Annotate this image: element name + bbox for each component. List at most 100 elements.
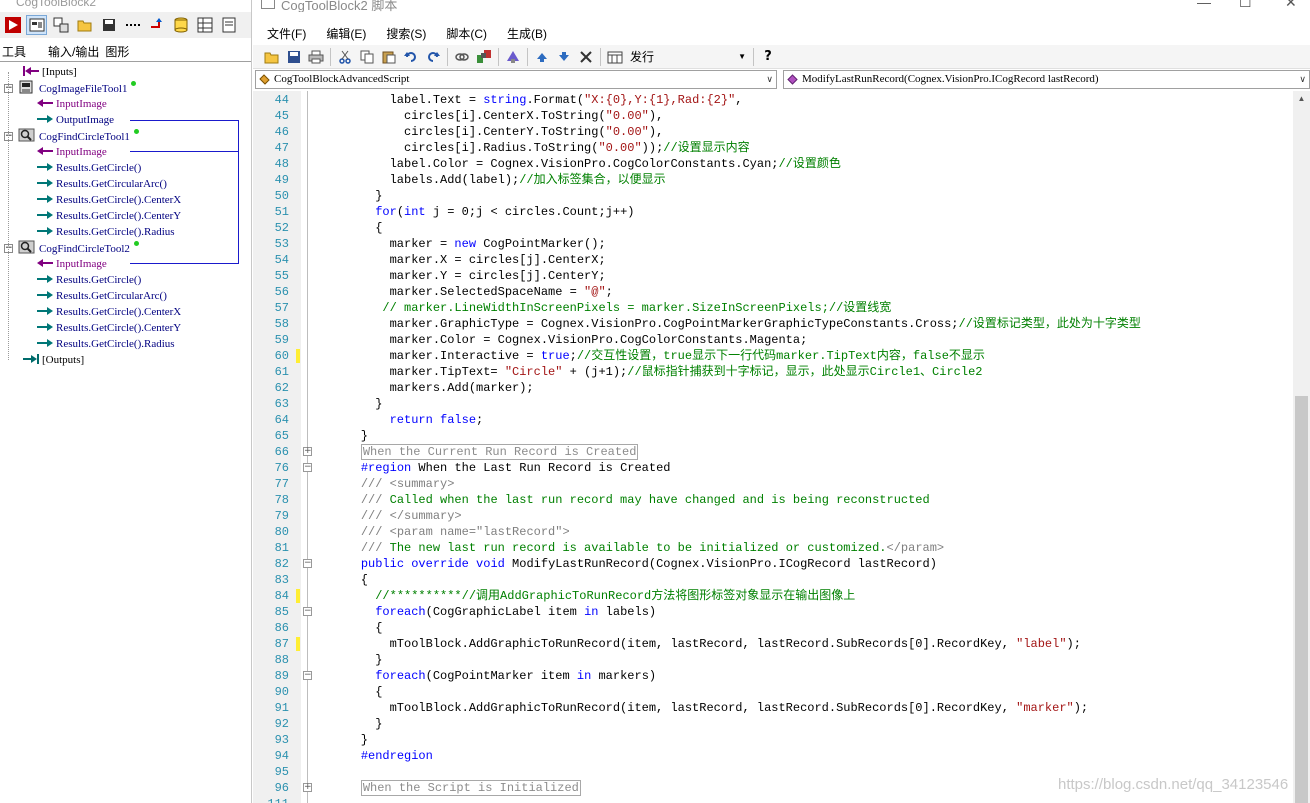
tree-input-terminal[interactable]: InputImage bbox=[22, 256, 107, 272]
code-line[interactable]: } bbox=[332, 716, 382, 732]
tree-output-terminal[interactable]: Results.GetCircle() bbox=[22, 160, 141, 176]
undo-icon[interactable] bbox=[400, 47, 422, 67]
save-icon[interactable] bbox=[98, 15, 119, 35]
code-line[interactable]: /// </summary> bbox=[332, 508, 462, 524]
code-line[interactable]: /// <param name="lastRecord"> bbox=[332, 524, 570, 540]
code-line[interactable]: { bbox=[332, 220, 382, 236]
collapse-region-icon[interactable]: − bbox=[303, 559, 312, 568]
code-line[interactable]: /// The new last run record is available… bbox=[332, 540, 944, 556]
print-icon[interactable] bbox=[305, 47, 327, 67]
menu-search[interactable]: 搜索(S) bbox=[376, 25, 436, 42]
collapsed-region[interactable]: When the Script is Initialized bbox=[360, 780, 581, 796]
expand-region-icon[interactable]: + bbox=[303, 783, 312, 792]
code-line[interactable]: marker.Color = Cognex.VisionPro.CogColor… bbox=[332, 332, 808, 348]
code-line[interactable]: mToolBlock.AddGraphicToRunRecord(item, l… bbox=[332, 636, 1081, 652]
code-line[interactable]: { bbox=[332, 684, 382, 700]
expand-region-icon[interactable]: + bbox=[303, 447, 312, 456]
code-line[interactable]: #endregion bbox=[332, 748, 433, 764]
menu-build[interactable]: 生成(B) bbox=[497, 25, 557, 42]
tree-output-terminal[interactable]: Results.GetCircle() bbox=[22, 272, 141, 288]
code-line[interactable]: marker.SelectedSpaceName = "@"; bbox=[332, 284, 613, 300]
class-selector[interactable]: CogToolBlockAdvancedScript ∨ bbox=[255, 70, 777, 89]
collapsed-region[interactable]: When the Current Run Record is Created bbox=[360, 444, 639, 460]
references-icon[interactable] bbox=[451, 47, 473, 67]
tree-tool-node[interactable]: CogFindCircleTool2 bbox=[18, 240, 139, 256]
code-line[interactable]: marker.GraphicType = Cognex.VisionPro.Co… bbox=[332, 316, 1141, 332]
code-line[interactable]: /// Called when the last run record may … bbox=[332, 492, 930, 508]
collapse-region-icon[interactable]: − bbox=[303, 671, 312, 680]
tab-graphics[interactable]: 图形 bbox=[103, 40, 133, 61]
code-line[interactable]: //**********//调用AddGraphicToRunRecord方法将… bbox=[332, 588, 855, 604]
scrollbar-thumb[interactable] bbox=[1295, 396, 1308, 803]
code-line[interactable]: When the Current Run Record is Created bbox=[332, 444, 639, 460]
help-icon[interactable]: ? bbox=[757, 47, 779, 67]
delete-icon[interactable] bbox=[575, 47, 597, 67]
minimize-button[interactable]: — bbox=[1197, 0, 1211, 10]
database-icon[interactable] bbox=[170, 15, 191, 35]
compile-icon[interactable] bbox=[473, 47, 495, 67]
open-icon[interactable] bbox=[261, 47, 283, 67]
run-once-icon[interactable] bbox=[2, 15, 23, 35]
code-line[interactable]: circles[i].CenterY.ToString("0.00"), bbox=[332, 124, 663, 140]
code-line[interactable]: { bbox=[332, 572, 368, 588]
code-line[interactable]: } bbox=[332, 396, 382, 412]
build-config-select[interactable]: 发行 ▼ bbox=[630, 47, 750, 67]
tree-output-terminal[interactable]: Results.GetCircularArc() bbox=[22, 288, 167, 304]
tree-tool-node[interactable]: CogImageFileTool1 bbox=[18, 80, 137, 96]
show-tool-icon[interactable] bbox=[26, 15, 47, 35]
tree-io-node[interactable]: [Outputs] bbox=[22, 352, 84, 368]
collapse-region-icon[interactable]: − bbox=[303, 607, 312, 616]
code-line[interactable]: return false; bbox=[332, 412, 484, 428]
menu-edit[interactable]: 编辑(E) bbox=[316, 25, 376, 42]
code-line[interactable]: } bbox=[332, 732, 368, 748]
dots-icon[interactable] bbox=[122, 15, 143, 35]
code-line[interactable]: markers.Add(marker); bbox=[332, 380, 534, 396]
settings-icon[interactable] bbox=[502, 47, 524, 67]
menu-script[interactable]: 脚本(C) bbox=[436, 25, 497, 42]
code-line[interactable]: marker.Y = circles[j].CenterY; bbox=[332, 268, 606, 284]
code-line[interactable]: // marker.LineWidthInScreenPixels = mark… bbox=[332, 300, 891, 316]
layout-icon[interactable] bbox=[50, 15, 71, 35]
tree-output-terminal[interactable]: Results.GetCircle().CenterY bbox=[22, 320, 181, 336]
down-arrow-icon[interactable] bbox=[553, 47, 575, 67]
close-button[interactable]: ✕ bbox=[1285, 0, 1297, 11]
code-line[interactable]: for(int j = 0;j < circles.Count;j++) bbox=[332, 204, 634, 220]
code-line[interactable]: When the Script is Initialized bbox=[332, 780, 581, 796]
code-line[interactable]: marker.X = circles[j].CenterX; bbox=[332, 252, 606, 268]
code-line[interactable]: mToolBlock.AddGraphicToRunRecord(item, l… bbox=[332, 700, 1089, 716]
code-line[interactable]: #region When the Last Run Record is Crea… bbox=[332, 460, 671, 476]
tree-output-terminal[interactable]: Results.GetCircle().CenterX bbox=[22, 304, 181, 320]
code-line[interactable]: { bbox=[332, 620, 382, 636]
tree-io-node[interactable]: [Inputs] bbox=[22, 64, 77, 80]
code-line[interactable]: } bbox=[332, 428, 368, 444]
maximize-button[interactable]: ☐ bbox=[1239, 0, 1252, 11]
grid-icon[interactable] bbox=[194, 15, 215, 35]
code-line[interactable]: } bbox=[332, 652, 382, 668]
code-line[interactable]: marker = new CogPointMarker(); bbox=[332, 236, 606, 252]
calendar-icon[interactable] bbox=[604, 47, 626, 67]
code-line[interactable]: } bbox=[332, 188, 382, 204]
tab-tools[interactable]: 工具 bbox=[0, 40, 46, 61]
up-arrow-icon[interactable] bbox=[531, 47, 553, 67]
tree-input-terminal[interactable]: InputImage bbox=[22, 96, 107, 112]
code-line[interactable]: label.Text = string.Format("X:{0},Y:{1},… bbox=[332, 92, 743, 108]
code-line[interactable]: foreach(CogPointMarker item in markers) bbox=[332, 668, 656, 684]
code-line[interactable]: circles[i].Radius.ToString("0.00"));//设置… bbox=[332, 140, 750, 156]
code-line[interactable]: marker.Interactive = true;//交互性设置，true显示… bbox=[332, 348, 985, 364]
menu-file[interactable]: 文件(F) bbox=[257, 25, 316, 42]
copy-icon[interactable] bbox=[356, 47, 378, 67]
code-line[interactable]: foreach(CogGraphicLabel item in labels) bbox=[332, 604, 656, 620]
collapse-region-icon[interactable]: − bbox=[303, 463, 312, 472]
code-line[interactable]: circles[i].CenterX.ToString("0.00"), bbox=[332, 108, 663, 124]
code-line[interactable]: marker.TipText= "Circle" + (j+1);//鼠标指针捕… bbox=[332, 364, 983, 380]
code-line[interactable]: public override void ModifyLastRunRecord… bbox=[332, 556, 937, 572]
member-selector[interactable]: ModifyLastRunRecord(Cognex.VisionPro.ICo… bbox=[783, 70, 1310, 89]
cut-icon[interactable] bbox=[334, 47, 356, 67]
save-icon[interactable] bbox=[283, 47, 305, 67]
tab-input-output[interactable]: 输入/输出 bbox=[46, 40, 103, 61]
code-line[interactable]: label.Color = Cognex.VisionPro.CogColorC… bbox=[332, 156, 841, 172]
code-line[interactable]: /// <summary> bbox=[332, 476, 455, 492]
tree-output-terminal[interactable]: OutputImage bbox=[22, 112, 114, 128]
import-export-icon[interactable] bbox=[146, 15, 167, 35]
tree-output-terminal[interactable]: Results.GetCircle().Radius bbox=[22, 336, 175, 352]
